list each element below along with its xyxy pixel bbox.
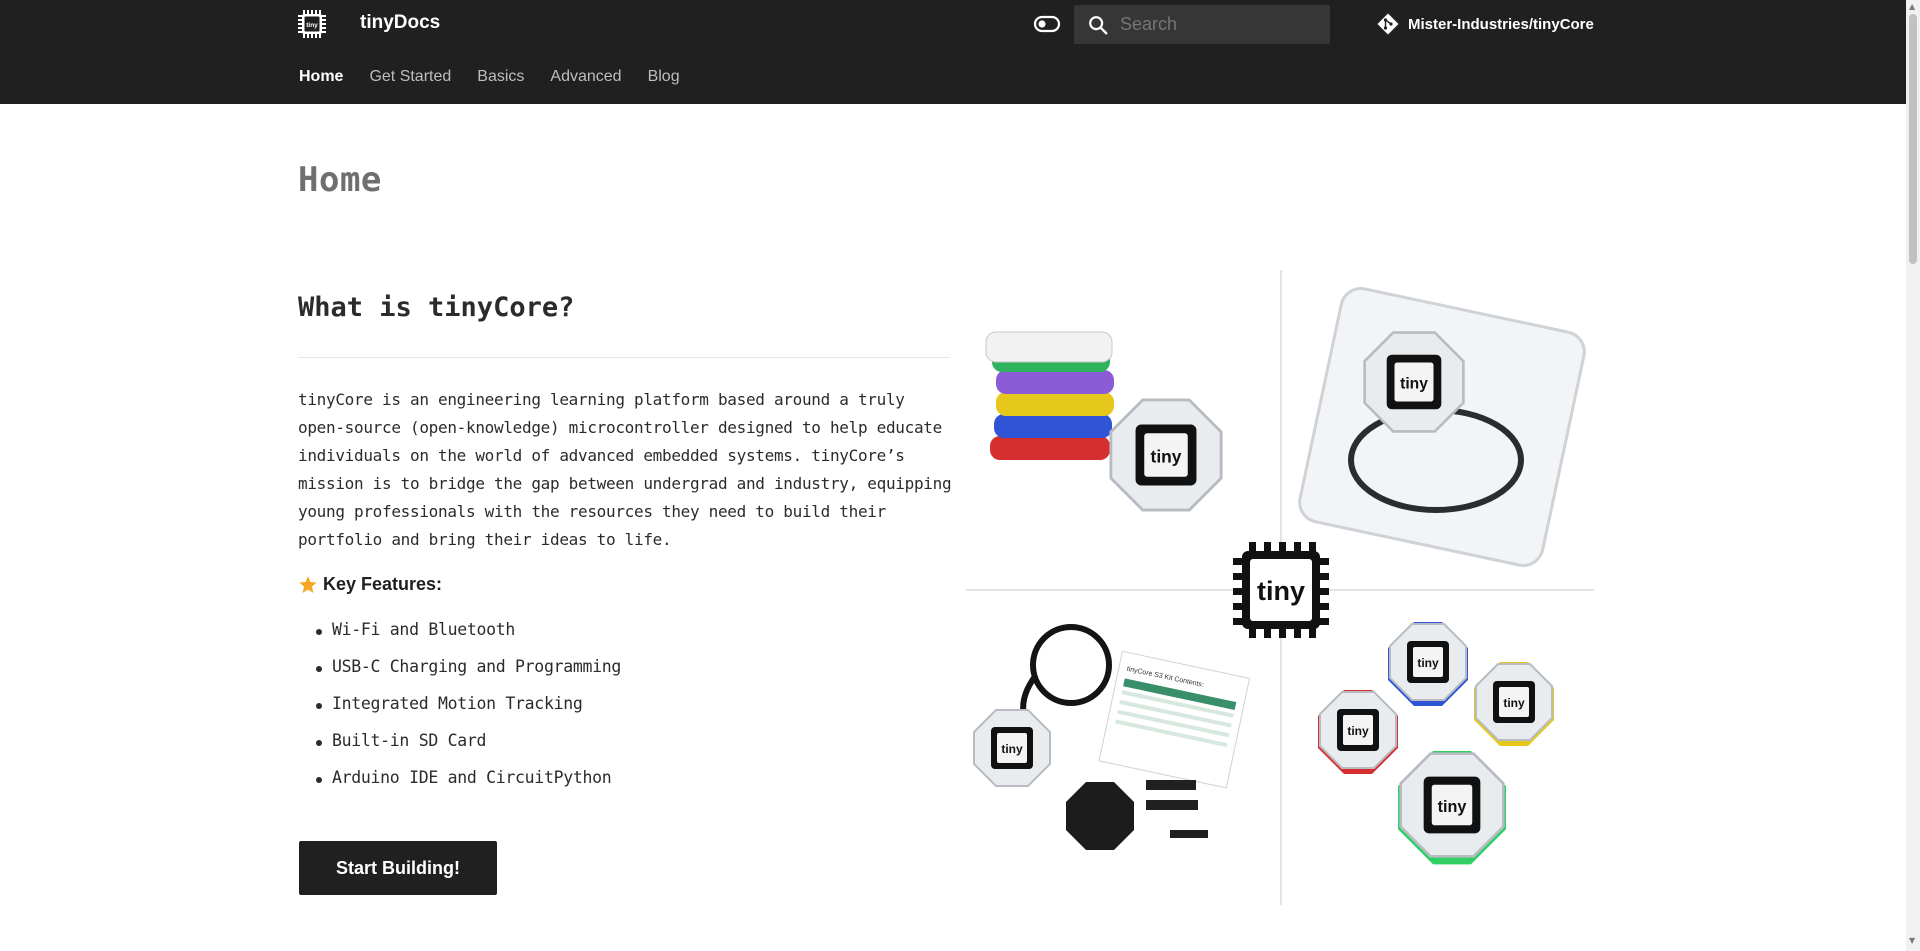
search-input[interactable] xyxy=(1120,14,1310,35)
features-heading: Key Features: xyxy=(298,574,442,595)
logo-text: tiny xyxy=(306,22,318,29)
nav-tabs: Home Get Started Basics Advanced Blog xyxy=(299,68,706,86)
section-title: What is tinyCore? xyxy=(298,292,575,323)
tab-advanced[interactable]: Advanced xyxy=(550,68,621,86)
palette-toggle-icon[interactable] xyxy=(1032,12,1062,36)
intro-paragraph: tinyCore is an engineering learning plat… xyxy=(298,390,952,549)
photo-stacked-modules: tiny xyxy=(985,331,1223,512)
tab-blog[interactable]: Blog xyxy=(648,68,680,86)
scroll-down-arrow-icon[interactable]: ▼ xyxy=(1909,936,1915,945)
photo-colored-modules: tiny tiny tiny tiny xyxy=(1318,622,1554,865)
photo-case: tiny xyxy=(1298,287,1586,567)
module-label: tiny xyxy=(1417,656,1439,670)
repo-name: Mister-Industries/tinyCore xyxy=(1408,15,1594,33)
feature-item: USB-C Charging and Programming xyxy=(316,657,621,694)
start-building-button[interactable]: Start Building! xyxy=(299,841,497,895)
module-label: tiny xyxy=(1151,446,1182,466)
site-title[interactable]: tinyDocs xyxy=(360,12,440,34)
tab-get-started[interactable]: Get Started xyxy=(369,68,451,86)
module-label: tiny xyxy=(1503,696,1525,710)
tab-home[interactable]: Home xyxy=(299,68,343,86)
git-icon xyxy=(1377,13,1399,35)
star-icon xyxy=(299,575,317,593)
module-label: tiny xyxy=(1438,798,1467,816)
search-box[interactable] xyxy=(1074,5,1330,44)
scroll-thumb[interactable] xyxy=(1909,14,1917,264)
module-label: tiny xyxy=(1400,376,1428,393)
feature-item: Wi-Fi and Bluetooth xyxy=(316,620,621,657)
feature-item: Arduino IDE and CircuitPython xyxy=(316,768,621,805)
module-label: tiny xyxy=(1347,724,1369,738)
module-label: tiny xyxy=(1001,742,1023,756)
page-title: Home xyxy=(298,160,382,200)
chip-logo-icon[interactable]: tiny xyxy=(298,10,326,38)
scroll-up-arrow-icon[interactable]: ▲ xyxy=(1909,2,1915,11)
center-logo-text: tiny xyxy=(1257,576,1305,606)
feature-item: Built-in SD Card xyxy=(316,731,621,768)
search-icon xyxy=(1089,15,1108,34)
page-scrollbar[interactable]: ▲ ▼ xyxy=(1906,0,1920,951)
hero-product-image: tiny tiny tinyCore S3 Kit Contents: tiny xyxy=(966,270,1594,905)
feature-list: Wi-Fi and Bluetooth USB-C Charging and P… xyxy=(316,620,621,805)
repo-link[interactable]: Mister-Industries/tinyCore xyxy=(1376,12,1594,36)
features-label: Key Features: xyxy=(323,574,443,594)
site-header: tiny tinyDocs Mister-Industries/tinyCore… xyxy=(0,0,1906,104)
feature-item: Integrated Motion Tracking xyxy=(316,694,621,731)
center-chip-logo-icon: tiny xyxy=(1233,542,1329,638)
section-divider xyxy=(298,357,950,358)
photo-kit-contents: tinyCore S3 Kit Contents: tiny xyxy=(973,624,1251,850)
tab-basics[interactable]: Basics xyxy=(477,68,524,86)
